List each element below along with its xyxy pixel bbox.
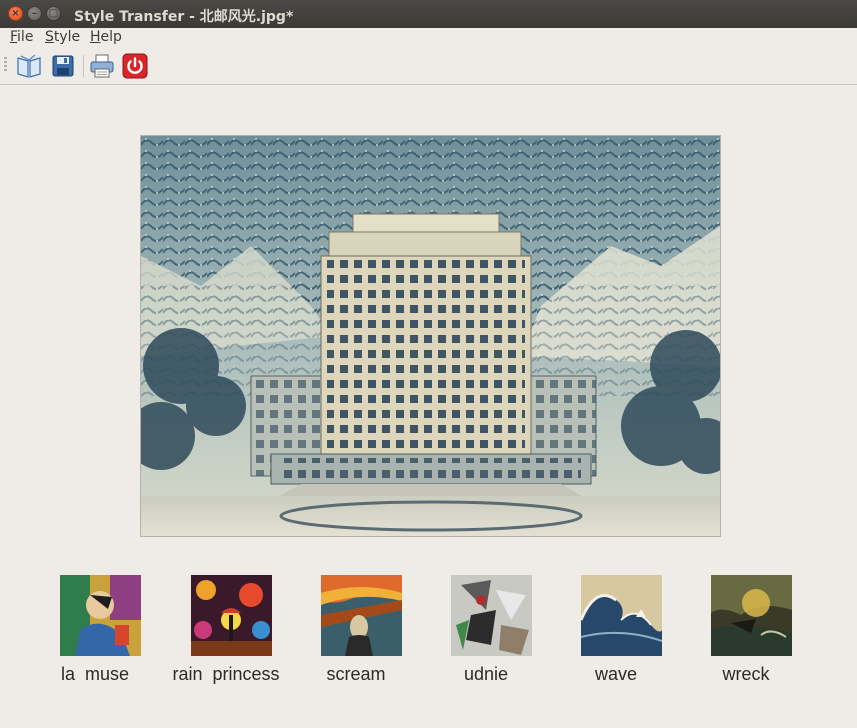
wreck-artwork [711,575,792,656]
style-label-rain-princess: rain princess [172,664,280,684]
menu-file[interactable]: File [10,29,33,45]
wreck-thumbnail-icon[interactable] [711,575,792,656]
toolbar-separator [83,55,84,77]
toolbar-grip[interactable] [4,57,7,73]
open-button[interactable] [15,52,43,80]
window-title: Style Transfer - 北邮风光.jpg* [74,9,294,25]
la-muse-artwork [60,575,141,656]
menu-style-label: tyle [53,29,81,45]
style-label-udnie: udnie [463,664,509,684]
rain-princess-artwork [191,575,272,656]
title-bar: × – □ Style Transfer - 北邮风光.jpg* [0,0,857,28]
menu-help[interactable]: Help [90,29,122,45]
menu-file-label: ile [17,29,34,45]
menu-style[interactable]: Style [45,29,80,45]
save-button[interactable] [49,52,77,80]
stylized-image [140,135,721,537]
style-label-wreck: wreck [722,664,770,684]
quit-button[interactable] [121,52,149,80]
open-book-icon [17,54,41,78]
rain-princess-thumbnail-icon[interactable] [191,575,272,656]
style-label-wave: wave [594,664,638,684]
minimize-window-button[interactable]: – [27,6,42,21]
menu-help-label: elp [100,29,122,45]
maximize-icon: □ [48,8,59,19]
menu-style-mnemonic: S [45,29,54,45]
menu-file-mnemonic: F [10,29,18,45]
menu-help-mnemonic: H [90,29,101,45]
print-button[interactable] [88,52,116,80]
power-icon [122,53,148,79]
print-icon [90,54,114,78]
udnie-thumbnail-icon[interactable] [451,575,532,656]
close-window-button[interactable]: × [8,6,23,21]
maximize-window-button[interactable]: □ [46,6,61,21]
menu-bar: File Style Help [0,28,857,47]
toolbar [0,47,857,85]
udnie-artwork [451,575,532,656]
scream-artwork [321,575,402,656]
style-wreck[interactable]: wreck [681,575,831,690]
save-icon [52,55,74,77]
scream-thumbnail-icon[interactable] [321,575,402,656]
stylized-building-image [141,136,720,536]
wave-thumbnail-icon[interactable] [579,575,663,656]
la-muse-thumbnail-icon[interactable] [60,575,141,656]
minimize-icon: – [32,8,37,19]
close-icon: × [11,8,20,19]
style-label-la-muse: la muse [60,664,130,684]
style-label-scream: scream [326,664,386,684]
wave-artwork [579,575,663,656]
